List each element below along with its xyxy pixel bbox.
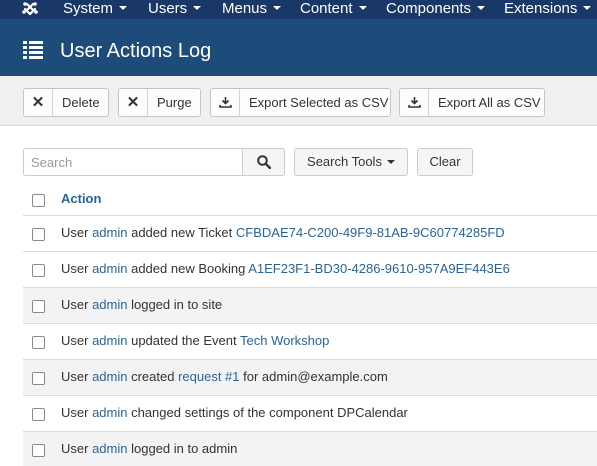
row-checkbox[interactable] <box>32 336 45 349</box>
download-icon-box <box>211 89 240 116</box>
delete-button-label: Delete <box>62 95 100 110</box>
list-icon <box>23 41 43 59</box>
purge-button-label: Purge <box>157 95 192 110</box>
nav-components[interactable]: Components <box>386 0 486 19</box>
nav-system[interactable]: System <box>63 0 128 19</box>
row-text-middle: added new Booking <box>127 261 249 276</box>
search-button[interactable] <box>242 148 285 176</box>
table-row: User admin created request #1 for admin@… <box>23 359 597 395</box>
row-text-prefix: User <box>61 369 93 384</box>
row-text: User admin added new Ticket CFBDAE74-C20… <box>61 225 505 240</box>
row-text-suffix: for admin@example.com <box>239 369 388 384</box>
user-link[interactable]: admin <box>92 369 127 384</box>
close-icon: ✕ <box>119 89 148 116</box>
user-link[interactable]: admin <box>92 441 127 456</box>
select-all-checkbox[interactable] <box>32 194 45 207</box>
row-checkbox[interactable] <box>32 372 45 385</box>
search-icon <box>257 155 271 169</box>
item-link[interactable]: CFBDAE74-C200-49F9-81AB-9C60774285FD <box>236 225 505 240</box>
search-tools-button[interactable]: Search Tools <box>294 148 408 176</box>
search-input[interactable] <box>23 148 243 176</box>
row-checkbox[interactable] <box>32 228 45 241</box>
row-text: User admin logged in to admin <box>61 441 237 456</box>
close-icon: ✕ <box>24 89 53 116</box>
table-row: User admin logged in to admin <box>23 431 597 466</box>
row-text-prefix: User <box>61 261 93 276</box>
table-row: User admin updated the Event Tech Worksh… <box>23 323 597 359</box>
nav-components-label: Components <box>386 0 472 17</box>
row-text: User admin changed settings of the compo… <box>61 405 408 420</box>
row-text: User admin created request #1 for admin@… <box>61 369 388 384</box>
caret-down-icon <box>583 6 592 11</box>
export-selected-label: Export Selected as CSV <box>249 95 389 110</box>
row-text-prefix: User <box>61 441 93 456</box>
nav-content[interactable]: Content <box>300 0 367 19</box>
export-all-label: Export All as CSV <box>438 95 541 110</box>
caret-down-icon <box>477 6 486 11</box>
table-row: User admin added new Booking A1EF23F1-BD… <box>23 251 597 287</box>
action-column-header[interactable]: Action <box>61 191 101 206</box>
user-link[interactable]: admin <box>92 333 127 348</box>
row-checkbox[interactable] <box>32 300 45 313</box>
row-text: User admin added new Booking A1EF23F1-BD… <box>61 261 510 276</box>
row-text-middle: logged in to admin <box>127 441 238 456</box>
download-icon-box <box>400 89 429 116</box>
row-text-prefix: User <box>61 297 93 312</box>
joomla-logo-icon[interactable] <box>22 2 38 17</box>
nav-content-label: Content <box>300 0 353 17</box>
row-text-middle: updated the Event <box>127 333 241 348</box>
caret-down-icon <box>358 6 367 11</box>
row-text-middle: changed settings of the component DPCale… <box>127 405 408 420</box>
nav-extensions-label: Extensions <box>504 0 578 17</box>
page-title: User Actions Log <box>60 40 212 62</box>
user-link[interactable]: admin <box>92 225 127 240</box>
toolbar: ✕ Delete ✕ Purge Export Selected as CSV … <box>0 76 597 126</box>
row-checkbox[interactable] <box>32 264 45 277</box>
clear-button-label: Clear <box>429 154 461 169</box>
purge-button[interactable]: ✕ Purge <box>118 88 201 117</box>
caret-down-icon <box>193 6 202 11</box>
row-text-prefix: User <box>61 405 93 420</box>
export-selected-button[interactable]: Export Selected as CSV <box>210 88 391 117</box>
caret-down-icon <box>273 6 282 11</box>
caret-down-icon <box>386 159 395 164</box>
nav-extensions[interactable]: Extensions <box>504 0 592 19</box>
user-link[interactable]: admin <box>92 405 127 420</box>
row-text: User admin logged in to site <box>61 297 222 312</box>
clear-button[interactable]: Clear <box>417 148 473 176</box>
table-row: User admin added new Ticket CFBDAE74-C20… <box>23 215 597 251</box>
row-text: User admin updated the Event Tech Worksh… <box>61 333 329 348</box>
nav-users-label: Users <box>148 0 188 17</box>
nav-system-label: System <box>63 0 114 17</box>
user-link[interactable]: admin <box>92 297 127 312</box>
top-navbar: System Users Menus Content Components Ex… <box>0 0 597 19</box>
item-link[interactable]: request #1 <box>178 369 239 384</box>
table-row: User admin changed settings of the compo… <box>23 395 597 431</box>
search-tools-label: Search Tools <box>307 154 382 169</box>
nav-menus-label: Menus <box>222 0 268 17</box>
page-header: User Actions Log <box>0 19 597 76</box>
item-link[interactable]: A1EF23F1-BD30-4286-9610-957A9EF443E6 <box>248 261 510 276</box>
download-icon <box>219 97 232 108</box>
download-icon <box>408 97 421 108</box>
row-text-middle: logged in to site <box>127 297 223 312</box>
table-row: User admin logged in to site <box>23 287 597 323</box>
row-text-middle: created <box>127 369 179 384</box>
row-text-prefix: User <box>61 333 93 348</box>
delete-button[interactable]: ✕ Delete <box>23 88 109 117</box>
row-checkbox[interactable] <box>32 444 45 457</box>
row-checkbox[interactable] <box>32 408 45 421</box>
export-all-button[interactable]: Export All as CSV <box>399 88 545 117</box>
row-text-prefix: User <box>61 225 93 240</box>
nav-menus[interactable]: Menus <box>222 0 282 19</box>
caret-down-icon <box>119 6 128 11</box>
item-link[interactable]: Tech Workshop <box>240 333 329 348</box>
user-link[interactable]: admin <box>92 261 127 276</box>
nav-users[interactable]: Users <box>148 0 202 19</box>
row-text-middle: added new Ticket <box>127 225 236 240</box>
